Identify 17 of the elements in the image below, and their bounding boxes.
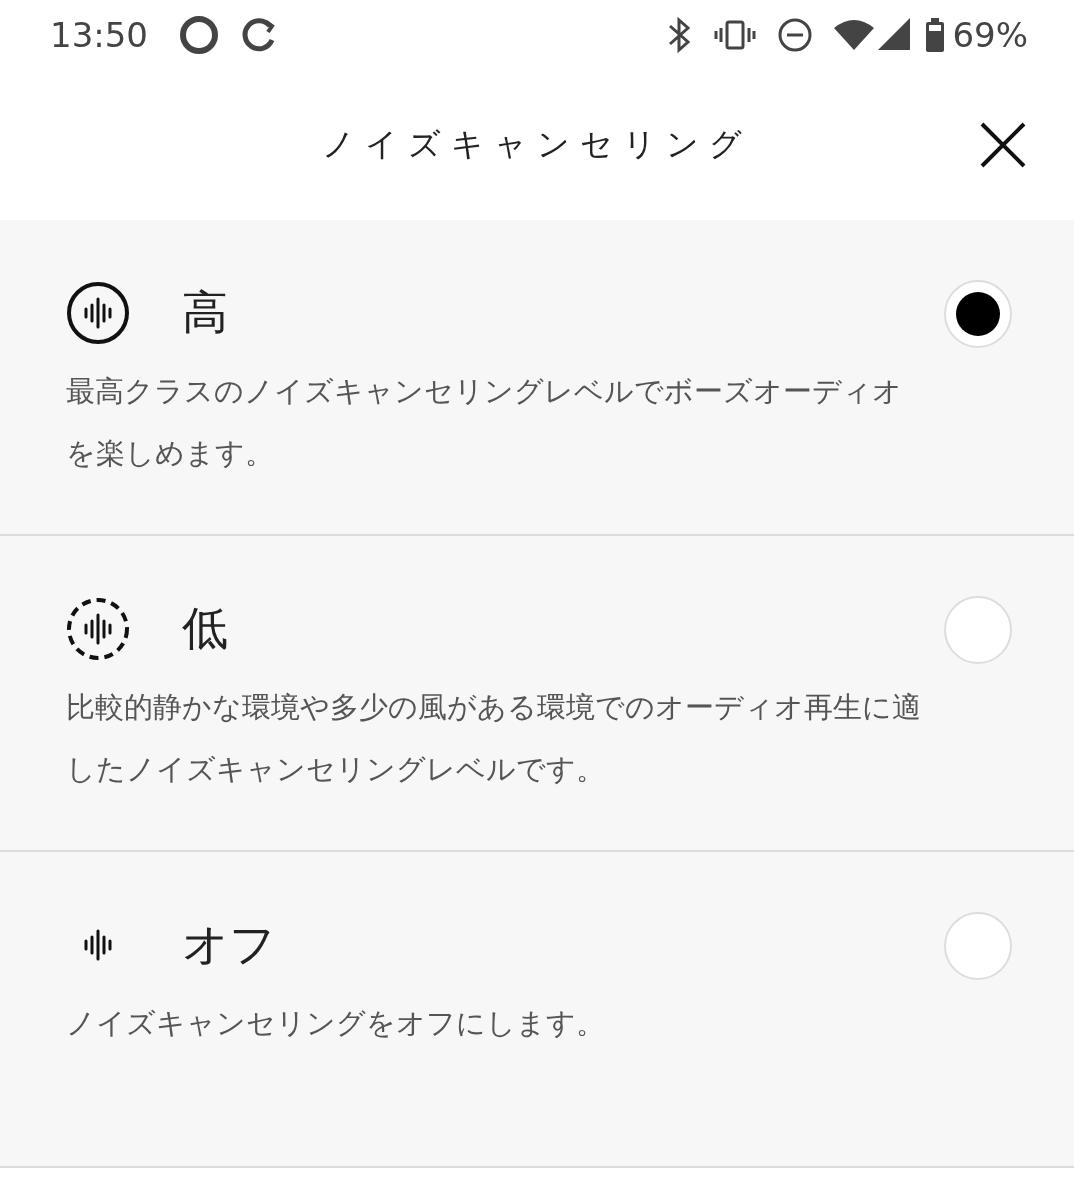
status-time: 13:50 — [50, 15, 148, 55]
option-card[interactable]: オフ ノイズキャンセリングをオフにします。 — [0, 852, 1074, 1168]
option-label: オフ — [182, 916, 276, 973]
page-title: ノイズキャンセリング — [322, 124, 752, 165]
option-card[interactable]: 低 比較的静かな環境や多少の風がある環境でのオーディオ再生に適したノイズキャンセリングレベルです。 — [0, 536, 1074, 852]
sound-wave-dashed-circle-icon — [66, 597, 130, 661]
option-label: 低 — [182, 600, 228, 657]
option-card[interactable]: 高 最高クラスのノイズキャンセリングレベルでボーズオーディオを楽しめます。 — [0, 220, 1074, 536]
option-label: 高 — [182, 284, 228, 341]
option-description: 比較的静かな環境や多少の風がある環境でのオーディオ再生に適したノイズキャンセリングレベルです。 — [66, 689, 922, 788]
ring-icon — [178, 14, 220, 56]
battery-icon — [924, 16, 947, 54]
sync-icon — [240, 16, 278, 54]
sound-wave-circle-icon — [66, 281, 130, 345]
battery-percentage: 69% — [952, 15, 1028, 55]
option-description: 最高クラスのノイズキャンセリングレベルでボーズオーディオを楽しめます。 — [66, 373, 903, 472]
option-description: ノイズキャンセリングをオフにします。 — [66, 1005, 606, 1042]
